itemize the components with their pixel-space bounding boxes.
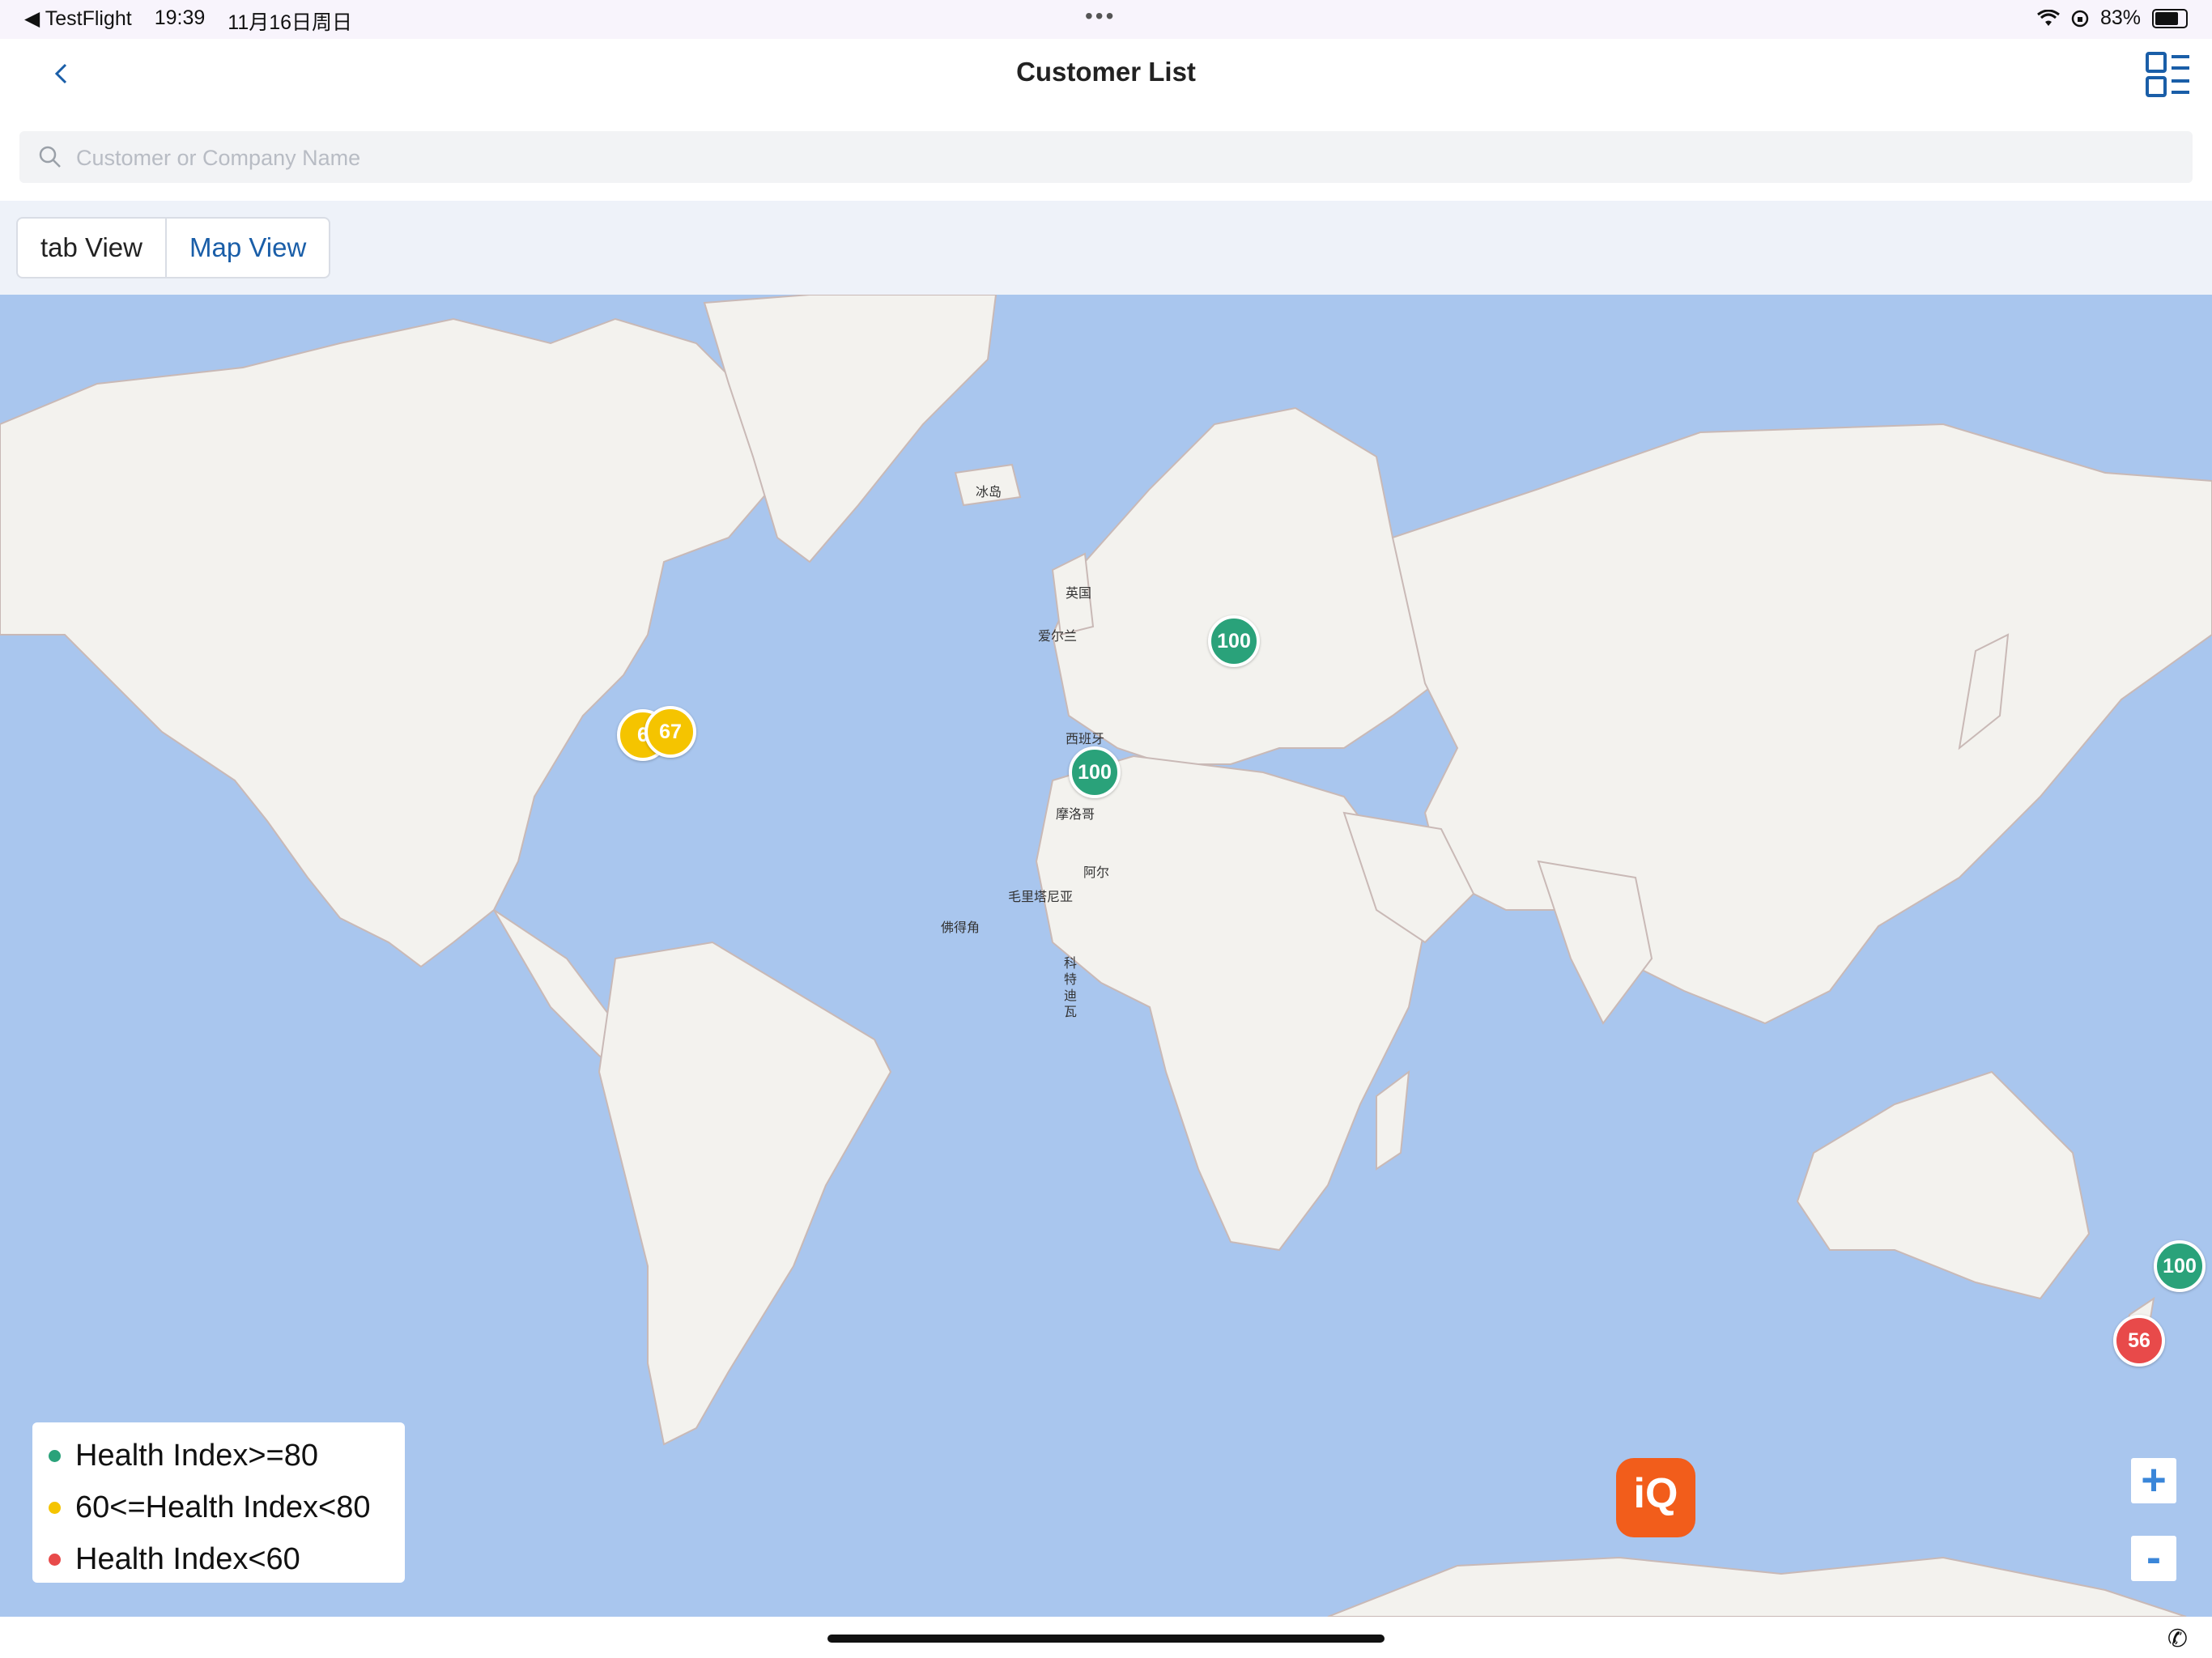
logo-text: iQ [1633,1470,1678,1517]
search-section [0,113,2212,201]
legend-label: Health Index>=80 [75,1439,319,1473]
search-input[interactable] [74,139,2102,176]
place-label: 阿尔 [1083,865,1110,880]
page-title: Customer List [1016,57,1196,87]
legend-dot [49,1450,61,1462]
legend-dot [49,1502,61,1514]
search-box[interactable] [19,131,2193,183]
map-marker[interactable]: 100 [1208,615,1260,667]
australia-land [1796,1070,2091,1300]
place-label: 爱尔兰 [1038,628,1078,644]
zoom-out-button[interactable]: - [2131,1536,2176,1581]
multitasking-dots-icon[interactable]: ••• [1085,3,1116,29]
battery-percent: 83% [2099,6,2141,29]
phone-icon[interactable]: ✆ [2167,1625,2188,1653]
place-label: 佛得角 [941,920,981,935]
place-label: 毛里塔尼亚 [1008,889,1074,904]
list-layout-button[interactable] [2144,50,2193,99]
view-tabs-section: tab View Map View [0,201,2212,295]
legend-dot [49,1554,61,1566]
greenland-land [703,295,998,563]
wifi-icon [2037,9,2060,26]
status-bar: ◀ TestFlight 19:39 11月16日周日 ••• 83% [0,0,2212,39]
place-label: 摩洛哥 [1056,806,1095,822]
legend-label: Health Index<60 [75,1542,300,1576]
legend-item: 60<=Health Index<80 [49,1490,370,1525]
europe-land [1051,406,1459,765]
battery-icon [2152,8,2188,28]
tab-view-button[interactable]: tab View [18,219,165,277]
place-label: 冰岛 [976,484,1002,500]
navigation-bar: Customer List [0,39,2212,115]
legend-item: Health Index>=80 [49,1439,318,1473]
grid-list-icon [2146,52,2189,97]
legend-label: 60<=Health Index<80 [75,1490,371,1524]
south-america-land [598,941,892,1446]
back-to-testflight-link[interactable]: ◀ TestFlight [24,6,132,36]
place-label: 英国 [1066,585,1092,601]
north-america-land [0,317,779,968]
map-marker[interactable]: 100 [2154,1240,2206,1292]
map-legend: Health Index>=80 60<=Health Index<80 Hea… [32,1422,405,1583]
antarctica-land [1327,1556,2187,1617]
view-segmented-control: tab View Map View [16,217,331,278]
map-view-button[interactable]: Map View [164,219,329,277]
world-map[interactable]: 冰岛 英国 爱尔兰 西班牙 摩洛哥 阿尔 毛里塔尼亚 佛得角 科 特 迪 瓦 1… [0,295,2212,1617]
search-icon [39,146,61,168]
madagascar-land [1376,1069,1410,1171]
world-map-land [0,295,2212,1617]
status-time: 19:39 [154,6,206,29]
map-marker[interactable]: 67 [644,706,696,758]
map-marker[interactable]: 56 [2113,1315,2165,1367]
asia-land [1391,423,2212,1025]
place-label: 西班牙 [1066,731,1105,746]
india-land [1537,860,1653,1025]
map-marker[interactable]: 100 [1069,746,1121,798]
home-indicator[interactable] [827,1635,1385,1643]
bottom-bar: ✆ [0,1617,2212,1658]
status-date: 11月16日周日 [228,11,353,34]
legend-item: Health Index<60 [49,1542,300,1577]
zoom-in-button[interactable]: + [2131,1458,2176,1503]
app-logo: iQ [1616,1458,1695,1537]
place-label: 瓦 [1064,1004,1078,1019]
orientation-lock-icon [2071,10,2089,27]
